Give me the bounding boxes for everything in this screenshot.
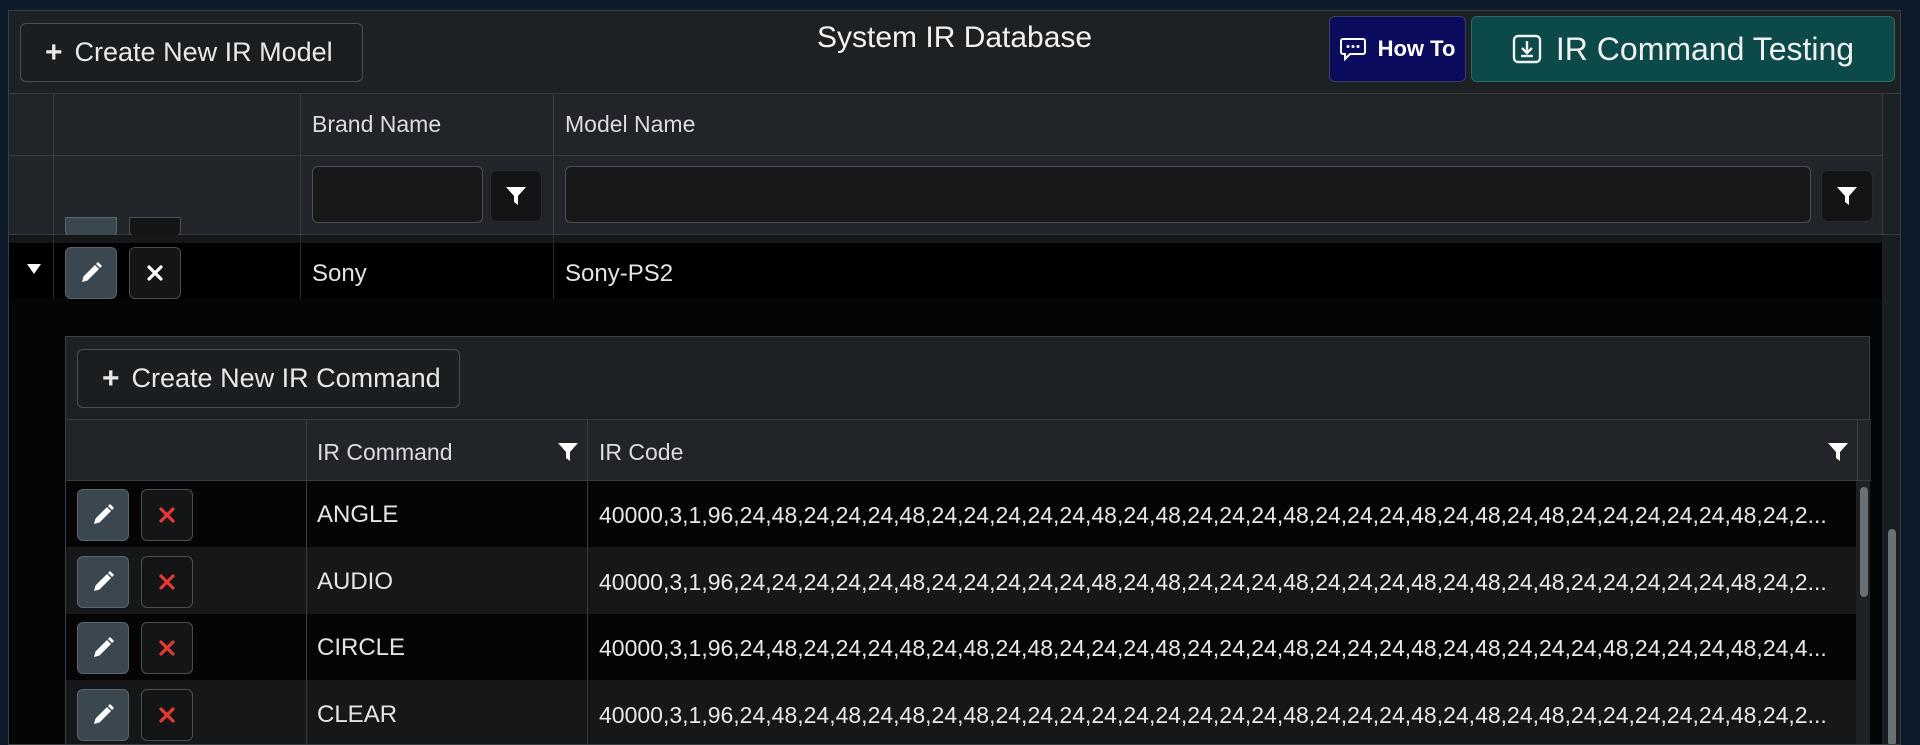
create-ir-command-label: Create New IR Command: [131, 363, 441, 393]
pencil-icon: [91, 503, 115, 527]
delete-command-button[interactable]: [141, 556, 193, 608]
brand-cell: Sony: [312, 260, 367, 287]
how-to-label: How To: [1377, 36, 1456, 61]
ir-code-cell: 40000,3,1,96,24,48,24,24,24,48,24,24,24,…: [599, 502, 1827, 528]
pencil-icon: [79, 261, 103, 285]
edit-command-button[interactable]: [77, 556, 129, 608]
download-icon: [1512, 34, 1542, 64]
scrollbar-thumb[interactable]: [1860, 487, 1868, 597]
edit-command-button[interactable]: [77, 689, 129, 741]
delete-command-button[interactable]: [141, 689, 193, 741]
create-ir-model-button[interactable]: + Create New IR Model: [20, 23, 363, 82]
close-icon: [146, 264, 164, 282]
plus-icon: +: [45, 35, 63, 69]
ir-code-cell: 40000,3,1,96,24,24,24,24,24,48,24,24,24,…: [599, 569, 1827, 595]
brand-filter-input[interactable]: [312, 166, 483, 223]
main-panel: + Create New IR Model System IR Database…: [8, 10, 1901, 745]
detail-panel: + Create New IR Command IR Command IR Co…: [65, 336, 1871, 744]
ir-code-cell: 40000,3,1,96,24,48,24,48,24,48,24,48,24,…: [599, 702, 1827, 728]
create-ir-command-button[interactable]: + Create New IR Command: [77, 349, 460, 408]
scrollbar-thumb[interactable]: [1888, 529, 1896, 744]
close-icon: [158, 573, 176, 591]
how-to-button[interactable]: How To: [1329, 16, 1466, 82]
close-icon: [158, 506, 176, 524]
edit-command-button[interactable]: [77, 489, 129, 541]
column-header-ir-code[interactable]: IR Code: [599, 439, 683, 466]
close-icon: [158, 706, 176, 724]
caret-down-icon[interactable]: [26, 263, 42, 275]
grid-scrollbar[interactable]: [1882, 235, 1900, 744]
filter-icon: [505, 185, 527, 207]
column-header-ir-command[interactable]: IR Command: [317, 439, 452, 466]
filter-icon[interactable]: [557, 441, 579, 463]
grid-body: Sony Sony-PS2 + Create New IR Command IR…: [9, 217, 1900, 744]
page-title: System IR Database: [817, 21, 1093, 54]
edit-model-button[interactable]: [65, 247, 117, 299]
brand-filter-button[interactable]: [490, 170, 542, 222]
filter-icon: [1836, 185, 1858, 207]
delete-model-button[interactable]: [129, 247, 181, 299]
filter-icon[interactable]: [1827, 441, 1849, 463]
plus-icon: +: [102, 361, 120, 395]
close-icon: [158, 639, 176, 657]
ir-command-cell: ANGLE: [317, 501, 399, 528]
ir-code-cell: 40000,3,1,96,24,48,24,24,24,48,24,48,24,…: [599, 635, 1827, 661]
column-header-brand-name[interactable]: Brand Name: [312, 111, 441, 138]
table-row-expanded[interactable]: Sony Sony-PS2: [9, 235, 1882, 299]
pencil-icon: [91, 703, 115, 727]
delete-command-button[interactable]: [141, 622, 193, 674]
chat-icon: [1339, 37, 1366, 61]
model-cell: Sony-PS2: [565, 260, 674, 287]
model-filter-button[interactable]: [1821, 170, 1873, 222]
ir-command-testing-label: IR Command Testing: [1555, 30, 1855, 67]
pencil-icon: [91, 636, 115, 660]
column-header-model-name[interactable]: Model Name: [565, 111, 695, 138]
create-ir-model-label: Create New IR Model: [74, 37, 333, 67]
delete-command-button[interactable]: [141, 489, 193, 541]
edit-command-button[interactable]: [77, 622, 129, 674]
command-list-scrollbar[interactable]: [1857, 481, 1870, 744]
model-filter-input[interactable]: [565, 166, 1811, 223]
ir-command-cell: CIRCLE: [317, 634, 406, 661]
ir-command-testing-button[interactable]: IR Command Testing: [1471, 16, 1895, 82]
ir-command-cell: CLEAR: [317, 701, 398, 728]
pencil-icon: [91, 570, 115, 594]
ir-command-cell: AUDIO: [317, 568, 394, 595]
